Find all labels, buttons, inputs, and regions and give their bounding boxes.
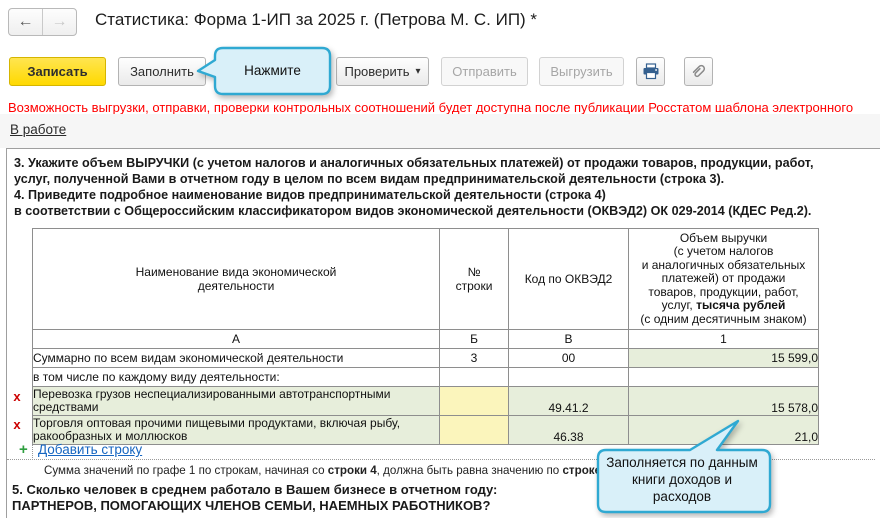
sum-rule-note: Сумма значений по графе 1 по строкам, на…	[44, 464, 611, 477]
attach-button[interactable]	[684, 57, 713, 86]
cell-revenue-value[interactable]: 15 599,0	[628, 348, 819, 368]
col-header-revenue: Объем выручки (с учетом налогов и аналог…	[628, 228, 819, 330]
send-button: Отправить	[441, 57, 528, 86]
hint-callout-press-text: Нажмите	[244, 63, 301, 78]
fill-button-label: Заполнить	[130, 64, 194, 79]
divider	[32, 441, 33, 458]
cell-line-no[interactable]: 3	[439, 348, 509, 368]
instructions-block: 3. Укажите объем ВЫРУЧКИ (с учетом налог…	[14, 155, 864, 219]
back-arrow-icon[interactable]: ←	[9, 9, 43, 35]
subheader-a: А	[32, 329, 440, 349]
table-row: в том числе по каждому виду деятельности…	[32, 367, 819, 387]
export-button: Выгрузить	[539, 57, 624, 86]
instruction-line: 4. Приведите подробное наименование видо…	[14, 188, 606, 202]
cell-line-no[interactable]	[439, 415, 509, 445]
warning-text: Возможность выгрузки, отправки, проверки…	[8, 100, 854, 115]
cell-line-no[interactable]	[439, 386, 509, 416]
col-header-activity: Наименование вида экономической деятельн…	[32, 228, 440, 330]
print-button[interactable]	[636, 57, 665, 86]
hint-callout-source-text: Заполняется по данным книги доходов и ра…	[606, 455, 758, 504]
subheader-b: Б	[439, 329, 509, 349]
add-row-link[interactable]: Добавить строку	[38, 442, 142, 457]
app-window: ← → Статистика: Форма 1-ИП за 2025 г. (П…	[0, 0, 880, 518]
cell-activity-name[interactable]: Перевозка грузов неспециализированными а…	[32, 386, 440, 416]
table-row: Суммарно по всем видам экономической дея…	[32, 348, 819, 368]
export-button-label: Выгрузить	[550, 64, 613, 79]
cell-okved-code[interactable]: 49.41.2	[508, 386, 629, 416]
cell-activity-name[interactable]: Торговля оптовая прочими пищевыми продук…	[32, 415, 440, 445]
add-row-icon[interactable]: +	[19, 441, 28, 458]
fill-button[interactable]: Заполнить	[118, 57, 206, 86]
cell-okved-code[interactable]: 00	[508, 348, 629, 368]
cell-revenue-value[interactable]: 15 578,0	[628, 386, 819, 416]
delete-row-icon[interactable]: x	[10, 390, 24, 404]
check-button[interactable]: Проверить ▾	[336, 57, 429, 86]
activity-table: Наименование вида экономической деятельн…	[32, 228, 819, 445]
cell-activity-name: в том числе по каждому виду деятельности…	[32, 367, 440, 387]
cell-okved-code[interactable]	[508, 367, 629, 387]
instruction-line: в соответствии с Общероссийским классифи…	[14, 204, 812, 218]
cell-revenue-value[interactable]	[628, 367, 819, 387]
question-5: 5. Сколько человек в среднем работало в …	[12, 482, 498, 513]
instruction-line: услуг, полученной Вами в отчетном году в…	[14, 172, 725, 186]
history-nav: ← →	[8, 8, 77, 36]
send-button-label: Отправить	[452, 64, 517, 79]
cell-activity-name[interactable]: Суммарно по всем видам экономической дея…	[32, 348, 440, 368]
instruction-line: 3. Укажите объем ВЫРУЧКИ (с учетом налог…	[14, 156, 814, 170]
save-button[interactable]: Записать	[9, 57, 106, 86]
subheader-v: В	[508, 329, 629, 349]
col-header-line-no: № строки	[439, 228, 509, 330]
chevron-down-icon: ▾	[415, 66, 421, 77]
check-button-label: Проверить	[344, 64, 410, 79]
cell-line-no[interactable]	[439, 367, 509, 387]
table-row: Перевозка грузов неспециализированными а…	[32, 386, 819, 416]
paperclip-icon	[689, 62, 708, 81]
printer-icon	[642, 63, 660, 80]
save-button-label: Записать	[27, 64, 88, 79]
delete-row-icon[interactable]: x	[10, 418, 24, 432]
page-title: Статистика: Форма 1-ИП за 2025 г. (Петро…	[95, 10, 538, 29]
subheader-1: 1	[628, 329, 819, 349]
col-header-okved: Код по ОКВЭД2	[508, 228, 629, 330]
status-band	[0, 114, 880, 148]
forward-arrow-icon: →	[51, 13, 68, 30]
status-link[interactable]: В работе	[10, 122, 66, 137]
